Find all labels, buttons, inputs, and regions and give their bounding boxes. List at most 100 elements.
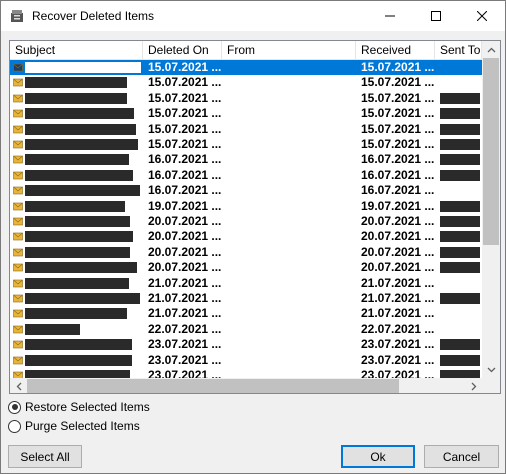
envelope-icon [13,140,23,149]
envelope-icon [13,233,23,241]
column-header-sent-to[interactable]: Sent To [435,41,482,60]
table-row[interactable]: 23.07.2021 ... 23.07.2021 ... [10,353,482,368]
sent-to-cell [440,137,482,152]
sent-to-cell [440,291,482,306]
envelope-icon [13,356,23,364]
table-row[interactable]: 16.07.2021 ... 16.07.2021 ... [10,168,482,183]
deleted-on-cell: 23.07.2021 ... [148,368,222,378]
minimize-button[interactable] [367,1,413,31]
envelope-icon [13,263,23,272]
deleted-on-cell: 15.07.2021 ... [148,90,222,105]
table-row[interactable]: 15.07.2021 ... 15.07.2021 ... [10,91,482,106]
subject-cell [25,60,140,75]
table-row[interactable]: 20.07.2021 ... 20.07.2021 ... [10,229,482,244]
scroll-left-button[interactable] [10,378,27,393]
table-row[interactable]: 21.07.2021 ... 21.07.2021 ... [10,306,482,321]
subject-cell [25,137,140,152]
table-row[interactable]: 16.07.2021 ... 16.07.2021 ... [10,152,482,167]
subject-cell [25,106,140,121]
redacted-subject [25,139,138,150]
received-cell: 15.07.2021 ... [361,60,435,74]
table-row[interactable]: 23.07.2021 ... 23.07.2021 ... [10,368,482,378]
horizontal-scrollbar[interactable] [10,378,482,393]
horizontal-scroll-thumb[interactable] [27,379,399,393]
envelope-icon [13,279,23,287]
redacted-subject [25,354,132,366]
sent-to-cell [440,245,482,260]
column-header-from[interactable]: From [222,41,356,60]
received-cell: 21.07.2021 ... [361,291,435,305]
table-row[interactable]: 20.07.2021 ... 20.07.2021 ... [10,245,482,260]
table-row[interactable]: 15.07.2021 ... 15.07.2021 ... [10,106,482,121]
column-header-subject[interactable]: Subject [10,41,143,60]
table-row[interactable]: 15.07.2021 ... 15.07.2021 ... [10,60,482,76]
table-row[interactable]: 20.07.2021 ... 20.07.2021 ... [10,260,482,275]
redacted-recipient [440,108,480,120]
select-all-button[interactable]: Select All [8,445,82,468]
sent-to-cell [440,260,482,275]
subject-cell [25,368,140,378]
restore-option[interactable]: Restore Selected Items [8,400,150,414]
table-row[interactable]: 16.07.2021 ... 16.07.2021 ... [10,183,482,198]
table-row[interactable]: 15.07.2021 ... 15.07.2021 ... [10,137,482,152]
subject-cell [25,122,140,137]
restore-radio[interactable] [8,400,21,414]
list-header: Subject Deleted On From Received Sent To [10,41,482,60]
table-row[interactable]: 21.07.2021 ... 21.07.2021 ... [10,276,482,291]
column-header-deleted-on[interactable]: Deleted On [143,41,222,60]
table-row[interactable]: 19.07.2021 ... 19.07.2021 ... [10,199,482,214]
deleted-on-cell: 15.07.2021 ... [148,137,222,151]
list-rows: 15.07.2021 ... 15.07.2021 ... 15.07.2021 .… [10,60,482,378]
envelope-icon [13,325,23,334]
redacted-subject [25,293,140,304]
received-cell: 22.07.2021 ... [361,321,435,336]
vertical-scroll-thumb[interactable] [483,58,499,245]
redacted-recipient [440,262,480,274]
scroll-up-button[interactable] [482,41,500,58]
redacted-subject [25,277,129,289]
purge-option[interactable]: Purge Selected Items [8,419,140,433]
subject-cell [25,291,140,306]
table-row[interactable]: 21.07.2021 ... 21.07.2021 ... [10,291,482,306]
maximize-button[interactable] [413,1,459,31]
cancel-button[interactable]: Cancel [424,445,499,468]
close-button[interactable] [459,1,505,31]
ok-button[interactable]: Ok [341,445,415,468]
sent-to-cell [440,168,482,183]
restore-option-label: Restore Selected Items [25,400,150,414]
table-row[interactable]: 23.07.2021 ... 23.07.2021 ... [10,337,482,352]
subject-cell [25,91,140,106]
column-header-received[interactable]: Received [356,41,435,60]
received-cell: 15.07.2021 ... [361,121,435,136]
maximize-icon [431,11,441,21]
envelope-icon [13,310,23,318]
deleted-items-list[interactable]: Subject Deleted On From Received Sent To… [9,40,501,394]
recover-items-icon [9,8,25,24]
subject-cell [25,306,140,321]
sent-to-cell [440,122,482,137]
redacted-subject [25,169,133,181]
envelope-icon [13,109,23,118]
scrollbar-corner [482,378,500,393]
subject-cell [25,168,140,183]
scroll-right-button[interactable] [465,378,482,393]
received-cell: 16.07.2021 ... [361,152,435,167]
redacted-recipient [440,370,480,378]
received-cell: 23.07.2021 ... [361,352,435,367]
redacted-subject [25,323,80,335]
table-row[interactable]: 15.07.2021 ... 15.07.2021 ... [10,122,482,137]
redacted-recipient [440,154,480,166]
table-row[interactable]: 20.07.2021 ... 20.07.2021 ... [10,214,482,229]
received-cell: 15.07.2021 ... [361,75,435,90]
scroll-down-button[interactable] [482,361,500,378]
vertical-scrollbar[interactable] [482,41,500,378]
subject-cell [25,337,140,352]
redacted-subject [25,154,129,166]
subject-cell [25,214,140,229]
purge-radio[interactable] [8,419,21,433]
deleted-on-cell: 16.07.2021 ... [148,183,222,198]
sent-to-cell [440,353,482,368]
recover-deleted-items-dialog: Recover Deleted Items Subject Deleted On… [0,0,506,474]
table-row[interactable]: 22.07.2021 ... 22.07.2021 ... [10,322,482,337]
table-row[interactable]: 15.07.2021 ... 15.07.2021 ... [10,75,482,90]
